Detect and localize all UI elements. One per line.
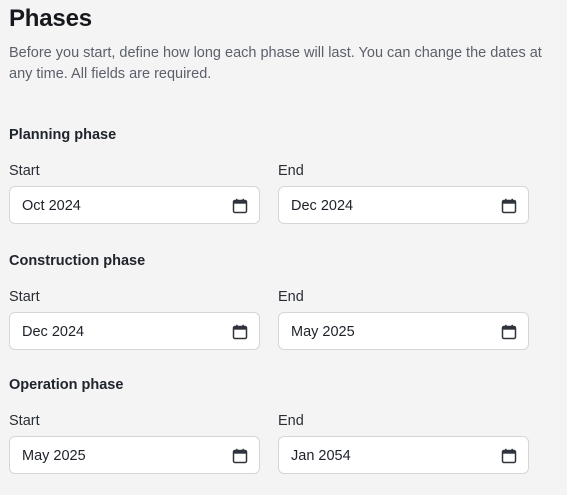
calendar-icon[interactable] [232,324,248,340]
end-label: End [278,163,304,179]
date-value: Dec 2024 [291,198,354,214]
calendar-icon[interactable] [501,324,517,340]
page-title: Phases [9,5,92,32]
date-value: May 2025 [291,324,355,340]
date-value: May 2025 [22,448,86,464]
start-label: Start [9,413,40,429]
calendar-icon[interactable] [232,198,248,214]
end-date-field[interactable]: May 2025 [278,312,529,350]
start-label: Start [9,289,40,305]
phase-title: Planning phase [9,127,117,143]
end-date-field[interactable]: Dec 2024 [278,186,529,224]
end-date-field[interactable]: Jan 2054 [278,436,529,474]
start-date-field[interactable]: May 2025 [9,436,260,474]
start-date-field[interactable]: Oct 2024 [9,186,260,224]
calendar-icon[interactable] [501,198,517,214]
calendar-icon[interactable] [501,448,517,464]
end-label: End [278,413,304,429]
start-date-field[interactable]: Dec 2024 [9,312,260,350]
date-value: Oct 2024 [22,198,81,214]
phase-title: Construction phase [9,253,146,269]
date-value: Dec 2024 [22,324,85,340]
start-label: Start [9,163,40,179]
end-label: End [278,289,304,305]
phase-title: Operation phase [9,377,124,393]
page-description: Before you start, define how long each p… [9,45,542,82]
date-value: Jan 2054 [291,448,351,464]
calendar-icon[interactable] [232,448,248,464]
